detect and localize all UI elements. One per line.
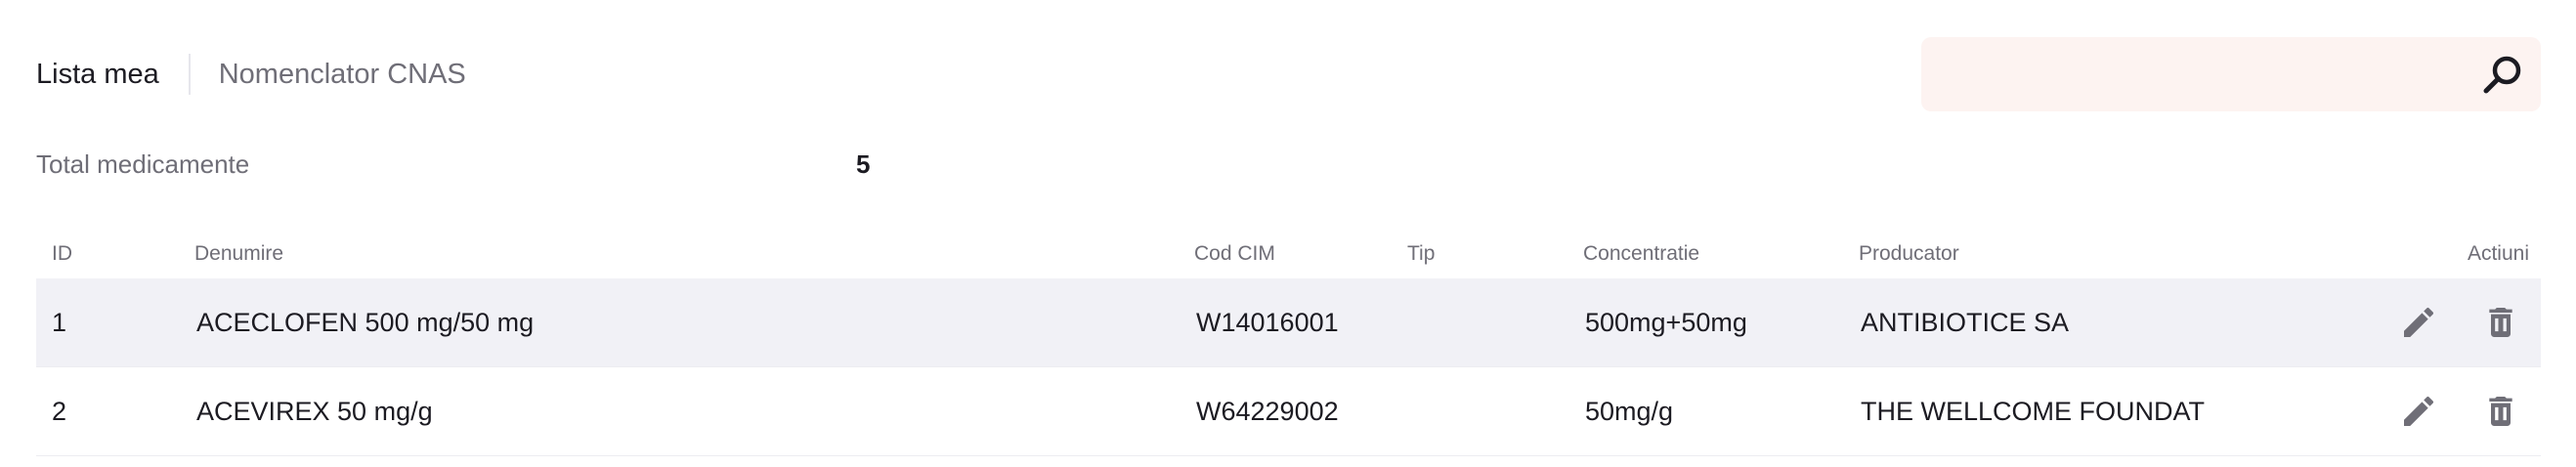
cell-cod-cim: W64229002: [1196, 397, 1339, 426]
medications-table: ID Denumire Cod CIM Tip Concentratie Pro…: [36, 234, 2541, 456]
cell-cod-cim: W14016001: [1196, 308, 1339, 337]
pencil-icon[interactable]: [2399, 303, 2438, 342]
cell-concentratie: 50mg/g: [1585, 397, 1674, 426]
search-box: [1921, 37, 2541, 113]
trash-icon[interactable]: [2481, 392, 2520, 431]
tab-nomenclator-cnas[interactable]: Nomenclator CNAS: [219, 49, 466, 100]
table-row[interactable]: 2 ACEVIREX 50 mg/g W64229002 50mg/g THE …: [36, 367, 2541, 456]
tab-divider: [188, 54, 191, 95]
column-header-cod-cim: Cod CIM: [1194, 242, 1275, 265]
tab-lista-mea[interactable]: Lista mea: [36, 49, 159, 100]
search-input[interactable]: [1941, 37, 2453, 113]
column-header-actiuni: Actiuni: [2467, 242, 2529, 265]
column-header-id: ID: [52, 242, 72, 265]
column-header-producator: Producator: [1859, 242, 1959, 265]
cell-concentratie: 500mg+50mg: [1585, 308, 1747, 337]
column-header-tip: Tip: [1407, 242, 1436, 265]
cell-producator: ANTIBIOTICE SA: [1861, 308, 2070, 337]
table-row[interactable]: 1 ACECLOFEN 500 mg/50 mg W14016001 500mg…: [36, 278, 2541, 367]
column-header-denumire: Denumire: [194, 242, 284, 265]
cell-denumire: ACEVIREX 50 mg/g: [196, 397, 433, 426]
trash-icon[interactable]: [2481, 303, 2520, 342]
column-header-concentratie: Concentratie: [1583, 242, 1700, 265]
table-header: ID Denumire Cod CIM Tip Concentratie Pro…: [36, 234, 2541, 278]
cell-denumire: ACECLOFEN 500 mg/50 mg: [196, 308, 535, 337]
pencil-icon[interactable]: [2399, 392, 2438, 431]
total-label: Total medicamente: [36, 149, 250, 179]
total-count: 5: [856, 149, 871, 179]
cell-id: 1: [52, 308, 67, 337]
cell-id: 2: [52, 397, 67, 426]
search-icon[interactable]: [2478, 51, 2527, 100]
cell-producator: THE WELLCOME FOUNDAT: [1861, 397, 2206, 426]
tab-bar: Lista mea Nomenclator CNAS: [36, 49, 466, 100]
